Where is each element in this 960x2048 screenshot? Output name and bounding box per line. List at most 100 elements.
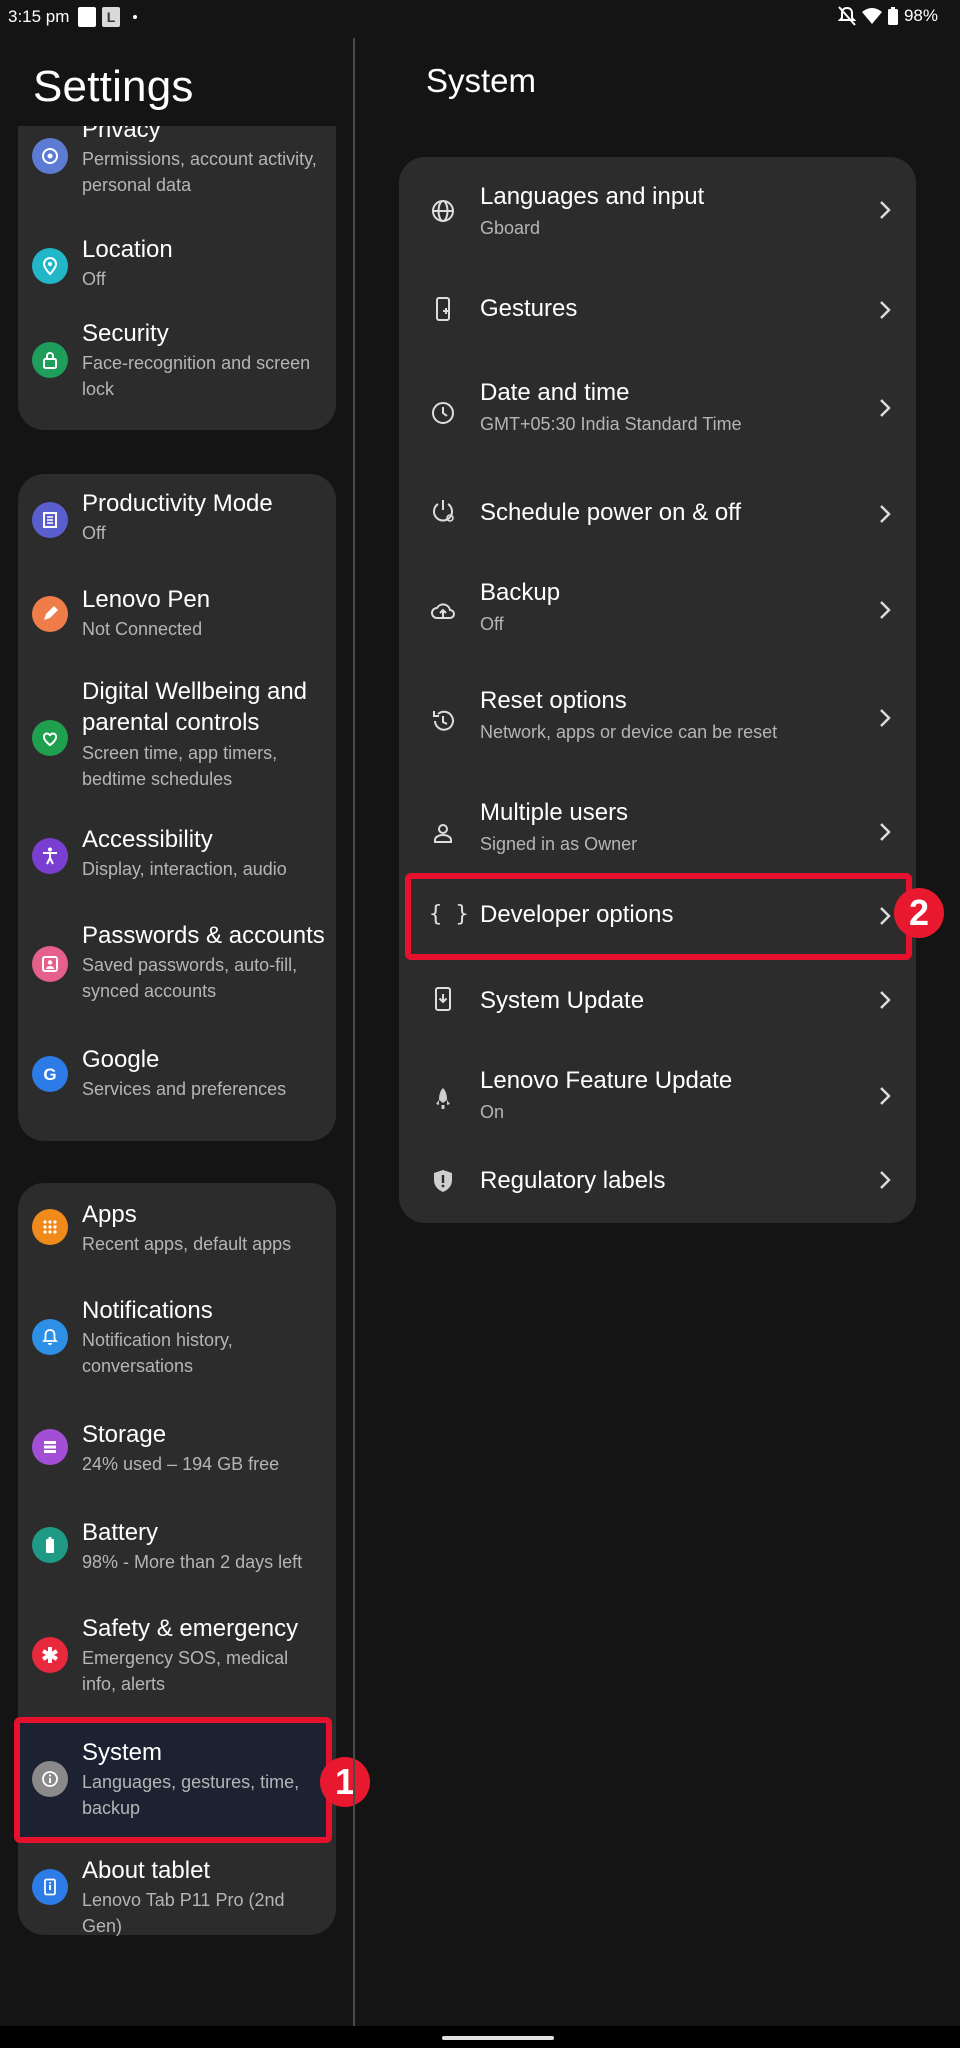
settings-item-title: Notifications (82, 1297, 213, 1324)
settings-item-productivity-mode[interactable]: Productivity Mode Off (18, 474, 336, 568)
system-item-subtitle: On (480, 1102, 505, 1122)
system-item-title: System Update (480, 987, 645, 1014)
system-item-subtitle: Network, apps or device can be reset (480, 722, 778, 742)
settings-item-apps[interactable]: Apps Recent apps, default apps (18, 1183, 336, 1279)
pane-divider (353, 38, 355, 2028)
settings-item-title: Accessibility (82, 826, 213, 853)
settings-item-subtitle: Permissions, account activity, personal … (82, 149, 317, 195)
more-notifications-dot-icon (133, 15, 137, 19)
info-icon (32, 1761, 68, 1797)
system-item-date-time[interactable]: Date and time GMT+05:30 India Standard T… (399, 357, 916, 467)
system-item-subtitle: Off (480, 614, 504, 634)
rocket-icon (429, 1085, 457, 1113)
settings-item-subtitle: 98% - More than 2 days left (82, 1552, 303, 1572)
settings-item-subtitle: 24% used – 194 GB free (82, 1454, 280, 1474)
system-item-subtitle: Signed in as Owner (480, 834, 638, 854)
system-item-system-update[interactable]: System Update (399, 965, 916, 1047)
settings-card-1: Privacy Permissions, account activity, p… (18, 126, 336, 430)
system-item-subtitle: Gboard (480, 218, 541, 238)
productivity-icon (32, 502, 68, 538)
settings-item-about-tablet[interactable]: About tablet Lenovo Tab P11 Pro (2nd Gen… (18, 1843, 336, 1936)
gesture-handle[interactable] (442, 2036, 554, 2040)
system-item-gestures[interactable]: Gestures (399, 269, 916, 355)
annotation-badge-2: 2 (894, 888, 944, 938)
page-title: Settings (33, 62, 194, 111)
settings-item-location[interactable]: Location Off (18, 226, 336, 308)
system-item-lenovo-feature-update[interactable]: Lenovo Feature Update On (399, 1049, 916, 1153)
system-item-schedule-power[interactable]: Schedule power on & off (399, 469, 916, 559)
emergency-icon (32, 1637, 68, 1673)
system-item-title: Multiple users (480, 799, 629, 826)
detail-title: System (426, 62, 537, 99)
tablet-icon (32, 1869, 68, 1905)
settings-item-digital-wellbeing[interactable]: Digital Wellbeing and parental controls … (18, 666, 336, 812)
chevron-right-icon (880, 1171, 891, 1189)
system-settings-card: Languages and input Gboard Gestures Date… (399, 157, 916, 1223)
apps-icon (32, 1209, 68, 1245)
selected-system-overlay[interactable]: System Languages, gestures, time, backup (20, 1723, 326, 1837)
settings-item-notifications[interactable]: Notifications Notification history, conv… (18, 1281, 336, 1401)
settings-item-lenovo-pen[interactable]: Lenovo Pen Not Connected (18, 570, 336, 664)
settings-item-title: Security (82, 320, 169, 347)
storage-icon (32, 1429, 68, 1465)
system-item-title: Backup (480, 579, 561, 606)
bell-icon (32, 1319, 68, 1355)
settings-item-battery[interactable]: Battery 98% - More than 2 days left (18, 1501, 336, 1597)
notification-icon (78, 7, 96, 27)
pen-icon (32, 596, 68, 632)
settings-item-subtitle: Not Connected (82, 619, 203, 639)
gestures-icon (429, 295, 457, 323)
system-item-reset-options[interactable]: Reset options Network, apps or device ca… (399, 673, 916, 783)
battery-icon (32, 1527, 68, 1563)
system-item-languages[interactable]: Languages and input Gboard (399, 157, 916, 267)
settings-item-title: Apps (82, 1201, 137, 1228)
settings-item-storage[interactable]: Storage 24% used – 194 GB free (18, 1403, 336, 1499)
system-update-icon (429, 985, 457, 1013)
notification-l-icon: L (102, 7, 120, 27)
settings-item-safety-emergency[interactable]: Safety & emergency Emergency SOS, medica… (18, 1599, 336, 1719)
settings-item-subtitle: Saved passwords, auto-fill, synced accou… (82, 955, 298, 1001)
settings-item-security[interactable]: Security Face-recognition and screen loc… (18, 318, 336, 422)
settings-item-title: Location (82, 236, 173, 263)
settings-item-subtitle: Face-recognition and screen lock (82, 353, 311, 399)
system-item-title: Reset options (480, 687, 627, 714)
privacy-icon (32, 138, 68, 174)
chevron-right-icon (880, 709, 891, 727)
system-item-title: Date and time (480, 379, 630, 406)
chevron-right-icon (880, 1087, 891, 1105)
annotation-badge-1: 1 (320, 1757, 370, 1807)
settings-item-title: Storage (82, 1421, 167, 1448)
globe-icon (429, 197, 457, 225)
system-item-title: Regulatory labels (480, 1167, 666, 1194)
system-item-regulatory-labels[interactable]: Regulatory labels (399, 1155, 916, 1223)
chevron-right-icon (880, 823, 891, 841)
system-item-title: Lenovo Feature Update (480, 1067, 733, 1094)
system-item-subtitle: GMT+05:30 India Standard Time (480, 414, 742, 434)
chevron-right-icon (880, 201, 891, 219)
battery-status-icon (887, 7, 898, 25)
chevron-right-icon (880, 505, 891, 523)
annotation-highlight-developer-options (405, 873, 912, 960)
location-icon (32, 248, 68, 284)
reset-icon (429, 707, 457, 735)
accessibility-icon (32, 838, 68, 874)
settings-item-google[interactable]: G Google Services and preferences (18, 1030, 336, 1130)
settings-item-passwords-accounts[interactable]: Passwords & accounts Saved passwords, au… (18, 910, 336, 1028)
settings-item-subtitle: Off (82, 269, 106, 289)
settings-item-subtitle: Lenovo Tab P11 Pro (2nd Gen) (82, 1890, 285, 1936)
settings-item-title: Safety & emergency (82, 1615, 299, 1642)
system-item-backup[interactable]: Backup Off (399, 561, 916, 671)
google-icon: G (32, 1056, 68, 1092)
status-time: 3:15 pm (8, 7, 70, 26)
settings-card-2: Productivity Mode Off Lenovo Pen Not Con… (18, 474, 336, 1141)
settings-item-subtitle: Recent apps, default apps (82, 1234, 292, 1254)
system-item-title: Schedule power on & off (480, 499, 742, 526)
settings-item-subtitle: Notification history, conversations (82, 1330, 233, 1376)
settings-item-privacy[interactable]: Privacy Permissions, account activity, p… (18, 126, 336, 224)
settings-item-accessibility[interactable]: Accessibility Display, interaction, audi… (18, 814, 336, 908)
chevron-right-icon (880, 399, 891, 417)
clock-icon (429, 399, 457, 427)
system-item-title: Languages and input (480, 183, 705, 210)
user-icon (429, 819, 457, 847)
settings-item-subtitle: Screen time, app timers, bedtime schedul… (82, 743, 278, 789)
